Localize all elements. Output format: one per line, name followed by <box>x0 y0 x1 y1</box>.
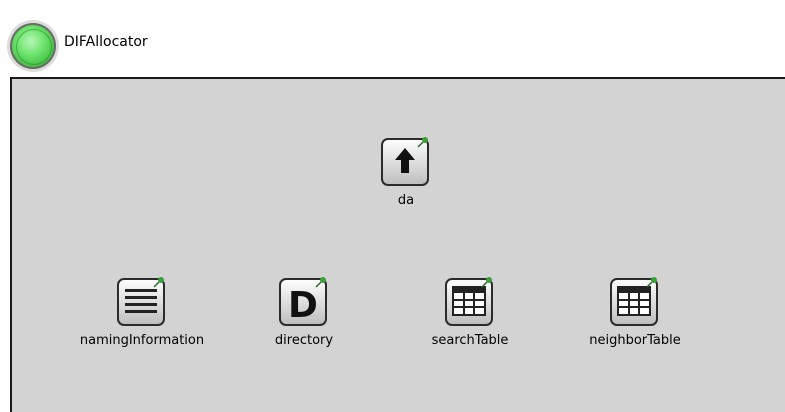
pin-icon <box>646 277 657 288</box>
submodule-label-searchtable: searchTable <box>431 333 509 348</box>
submodule-label-da: da <box>397 193 415 208</box>
pin-icon <box>481 277 492 288</box>
letter-d-block-icon[interactable]: D <box>274 271 334 331</box>
submodule-searchtable[interactable]: searchTable <box>400 271 540 348</box>
submodule-directory[interactable]: D directory <box>234 271 374 348</box>
module-header: DIFAllocator <box>10 21 148 71</box>
list-block-icon[interactable] <box>112 271 172 331</box>
table-block-icon[interactable] <box>440 271 500 331</box>
arrow-up-block-icon[interactable] <box>376 131 436 191</box>
submodule-naminginformation[interactable]: namingInformation <box>72 271 212 348</box>
submodule-label-neighbortable: neighborTable <box>589 333 681 348</box>
svg-text:D: D <box>288 285 318 326</box>
network-view: DIFAllocator da namingInformation D dire… <box>0 0 785 412</box>
compound-module-area[interactable]: da namingInformation D directory searchT… <box>10 77 785 412</box>
pin-icon <box>153 277 164 288</box>
pin-icon <box>315 277 326 288</box>
table-block-icon[interactable] <box>605 271 665 331</box>
submodule-label-directory: directory <box>274 333 334 348</box>
module-title: DIFAllocator <box>64 34 148 50</box>
submodule-da[interactable]: da <box>336 131 476 208</box>
submodule-neighbortable[interactable]: neighborTable <box>565 271 705 348</box>
module-status-icon[interactable] <box>10 23 56 69</box>
submodule-label-naminginformation: namingInformation <box>79 333 205 348</box>
pin-icon <box>417 137 428 148</box>
